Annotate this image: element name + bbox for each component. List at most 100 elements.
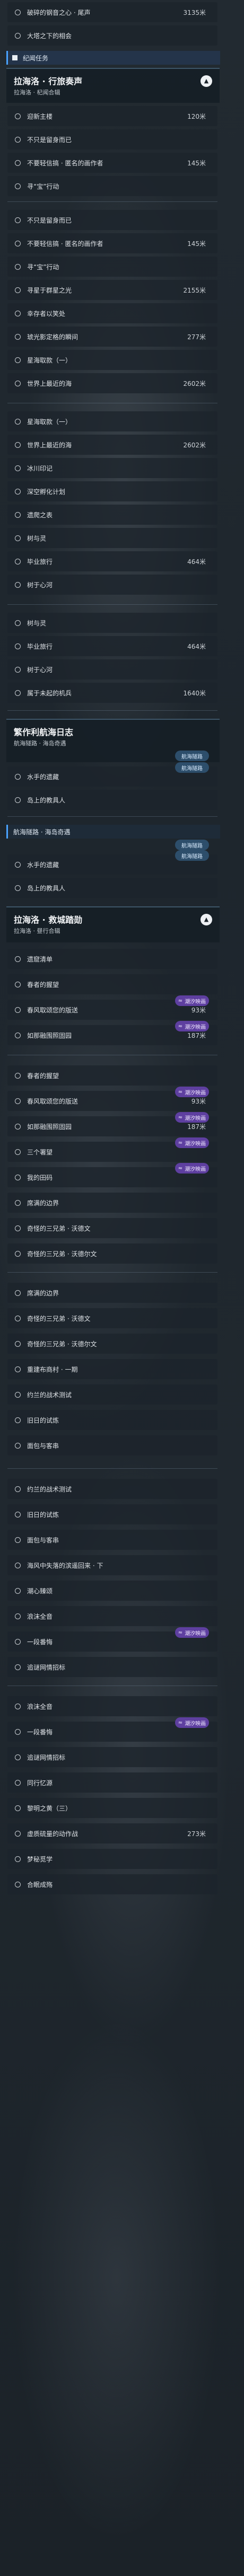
quest-list-item[interactable]: 大塔之下的相会	[7, 25, 217, 46]
quest-list-item[interactable]: 旧日的试炼	[7, 1410, 217, 1430]
quest-item-label: 星海取款（一）	[27, 418, 72, 426]
quest-list-item[interactable]: 树于心河	[7, 659, 217, 680]
quest-list-item[interactable]: 不要轻信搞 · 匿名的画作者 145米	[7, 233, 217, 253]
section-divider	[7, 1468, 217, 1469]
quest-item-label: 席满的边界	[27, 1289, 59, 1297]
quest-list-item[interactable]: 毕业旅行 464米	[7, 551, 217, 571]
quest-list-item[interactable]: 遗窟清单	[7, 949, 217, 969]
section-divider	[7, 1272, 217, 1273]
quest-chapter-header[interactable]: 拉海洛 · 救城踏勋 拉海洛 · 昼行合辑 ▲	[6, 906, 220, 942]
quest-list-item[interactable]: 重建布商村 · 一期	[7, 1359, 217, 1379]
quest-status-ring-icon	[15, 287, 21, 293]
quest-item-label: 星海取款（一）	[27, 356, 72, 364]
quest-item-distance: 277米	[187, 333, 206, 341]
quest-chapter-title: 繁作利航海日志	[14, 727, 74, 737]
quest-list-item[interactable]: 树与灵	[7, 613, 217, 633]
quest-status-ring-icon	[15, 1754, 21, 1760]
quest-item-label: 不只是留身而已	[27, 136, 72, 144]
quest-list-item[interactable]: 树与灵	[7, 528, 217, 548]
quest-list-item[interactable]: 树于心河	[7, 575, 217, 595]
quest-list-item[interactable]: 合眠成殇	[7, 1874, 217, 1894]
quest-list-item[interactable]: 属于未起的机兵 1640米	[7, 683, 217, 703]
quest-list-item[interactable]: 奇怪的三兄弟 · 沃德尔文	[7, 1243, 217, 1264]
quest-list-item[interactable]: 遗爬之表	[7, 505, 217, 525]
quest-status-ring-icon	[15, 240, 21, 246]
quest-chapter-header[interactable]: 拉海洛 · 行旅奏声 拉海洛 · 杞闻合辑 ▲	[6, 68, 220, 103]
quest-list-item[interactable]: 琥光影定格的瞬间 277米	[7, 327, 217, 347]
quest-list-item[interactable]: 约兰的战术测试	[7, 1384, 217, 1405]
quest-list-item[interactable]: 幸存者以笑处	[7, 303, 217, 323]
quest-list-item[interactable]: 奇怪的三兄弟 · 沃德文	[7, 1308, 217, 1328]
quest-chapter-title: 拉海洛 · 行旅奏声	[14, 76, 83, 86]
tide-event-badge: ≈ 潮汐映画	[175, 1137, 209, 1148]
quest-status-ring-icon	[15, 1098, 21, 1104]
quest-status-ring-icon	[15, 310, 21, 316]
quest-list-item[interactable]: 世界上最近的海 2602米	[7, 435, 217, 455]
quest-list-item[interactable]: 虚质硫量的动作战 273米	[7, 1823, 217, 1843]
quest-list-item[interactable]: 星海取款（一）	[7, 411, 217, 431]
tide-event-badge: ≈ 潮汐映画	[175, 1627, 209, 1638]
section-header-story-quests[interactable]: 纪闻任务	[6, 51, 220, 65]
quest-list-item[interactable]: 迎新主楼 120米	[7, 106, 217, 126]
quest-list-item[interactable]: 同行忆源	[7, 1772, 217, 1793]
quest-list-item[interactable]: 春者的握望	[7, 1065, 217, 1086]
quest-status-ring-icon	[15, 1199, 21, 1206]
quest-list-item[interactable]: 破碎的钢音之心 · 尾声 3135米	[7, 2, 217, 22]
quest-list-item[interactable]: 奇怪的三兄弟 · 沃德文	[7, 1218, 217, 1238]
quest-list-item[interactable]: 黎明之黄（三）	[7, 1798, 217, 1818]
quest-list-item[interactable]: 寻“宝”行动	[7, 257, 217, 277]
quest-chapter-subtitle: 航海隧路 · 海岛奇遇	[14, 740, 66, 747]
quest-list-item[interactable]: 世界上最近的海 2602米	[7, 373, 217, 393]
quest-list-item[interactable]: 追谜网情招标	[7, 1747, 217, 1767]
quest-item-label: 属于未起的机兵	[27, 689, 72, 697]
quest-list-item[interactable]: 席满的边界	[7, 1283, 217, 1303]
quest-list-item[interactable]: 冰川印记	[7, 458, 217, 478]
quest-list-item[interactable]: 潮心臻颂	[7, 1581, 217, 1601]
quest-list-item[interactable]: 毕业旅行 464米	[7, 636, 217, 656]
quest-item-label: 春者的握望	[27, 981, 59, 989]
quest-list-item[interactable]: 旧日的试炼	[7, 1504, 217, 1524]
quest-item-distance: 120米	[187, 112, 206, 120]
collapse-toggle-icon[interactable]: ▲	[201, 914, 212, 925]
quest-list-item[interactable]: 浪沫全音	[7, 1606, 217, 1626]
quest-item-label: 寻星于群星之光	[27, 286, 72, 294]
tide-event-badge-label: 潮汐映画	[185, 1630, 206, 1637]
quest-status-ring-icon	[15, 1805, 21, 1811]
quest-list-item[interactable]: 星海取款（一）	[7, 350, 217, 370]
quest-item-label: 寻“宝”行动	[27, 263, 59, 271]
quest-status-ring-icon	[15, 357, 21, 363]
quest-list-item[interactable]: 不只是留身而已	[7, 210, 217, 230]
quest-list-item[interactable]: 奇怪的三兄弟 · 沃德尔文	[7, 1334, 217, 1354]
quest-item-label: 虚质硫量的动作战	[27, 1830, 79, 1838]
quest-list-item[interactable]: 寻“宝”行动	[7, 176, 217, 196]
quest-list-item[interactable]: 浪沫全音	[7, 1696, 217, 1716]
quest-list-item[interactable]: 面包与客串	[7, 1435, 217, 1455]
quest-list-item[interactable]: 追谜网情招标	[7, 1657, 217, 1677]
quest-status-ring-icon	[15, 1174, 21, 1180]
quest-item-label: 岛上的教具人	[27, 796, 66, 804]
wave-icon: ≈	[178, 1114, 183, 1121]
quest-list-item[interactable]: 不只是留身而已	[7, 129, 217, 149]
quest-list-item[interactable]: 梦秘觅学	[7, 1849, 217, 1869]
quest-status-ring-icon	[15, 1315, 21, 1321]
quest-item-label: 春风取颂您的版送	[27, 1097, 79, 1105]
quest-list-item[interactable]: 深空孵化计划	[7, 481, 217, 501]
quest-status-ring-icon	[15, 511, 21, 518]
quest-list-item[interactable]: 岛上的教具人	[7, 790, 217, 810]
quest-item-distance: 145米	[187, 240, 206, 248]
quest-list-item[interactable]: 面包与客串	[7, 1530, 217, 1550]
quest-item-label: 一段番悔	[27, 1638, 53, 1646]
quest-list-item[interactable]: 约兰的战术测试	[7, 1479, 217, 1499]
quest-list-item[interactable]: 海风中失落的滨遥回来 · 下	[7, 1555, 217, 1575]
quest-list-item[interactable]: 不要轻信搞 · 匿名的画作者 145米	[7, 153, 217, 173]
quest-list-item[interactable]: 春者的握望	[7, 974, 217, 994]
quest-item-label: 春者的握望	[27, 1072, 59, 1080]
collapse-toggle-icon[interactable]: ▲	[201, 75, 212, 87]
quest-item-label: 奇怪的三兄弟 · 沃德文	[27, 1224, 91, 1232]
sailing-route-header[interactable]: 航海隧路 · 海岛奇遇	[6, 825, 220, 839]
quest-list-item[interactable]: 席满的边界	[7, 1193, 217, 1213]
quest-list-item[interactable]: 寻星于群星之光 2155米	[7, 280, 217, 300]
quest-item-label: 潮心臻颂	[27, 1587, 53, 1595]
quest-list-item[interactable]: 岛上的教具人	[7, 878, 217, 898]
quest-item-label: 树与灵	[27, 534, 47, 542]
